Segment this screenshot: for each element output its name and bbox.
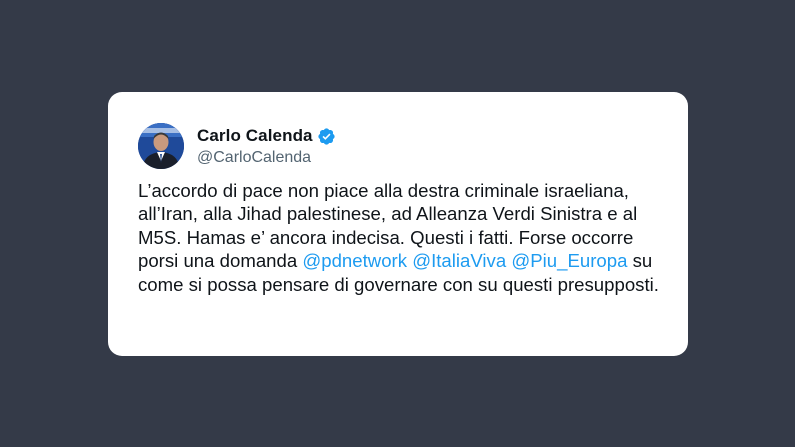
verified-badge-icon	[317, 127, 336, 146]
author-handle[interactable]: @CarloCalenda	[197, 149, 336, 167]
avatar-photo-icon	[138, 123, 184, 169]
tweet-card: Carlo Calenda @CarloCalenda L’accordo di…	[108, 92, 688, 356]
mention-link[interactable]: @Piu_Europa	[511, 250, 627, 271]
tweet-author[interactable]: Carlo Calenda @CarloCalenda	[138, 123, 336, 169]
author-name[interactable]: Carlo Calenda	[197, 126, 313, 146]
mention-link[interactable]: @pdnetwork	[302, 250, 407, 271]
author-avatar[interactable]	[138, 123, 184, 169]
mention-link[interactable]: @ItaliaViva	[412, 250, 506, 271]
tweet-text: L’accordo di pace non piace alla destra …	[138, 179, 668, 296]
